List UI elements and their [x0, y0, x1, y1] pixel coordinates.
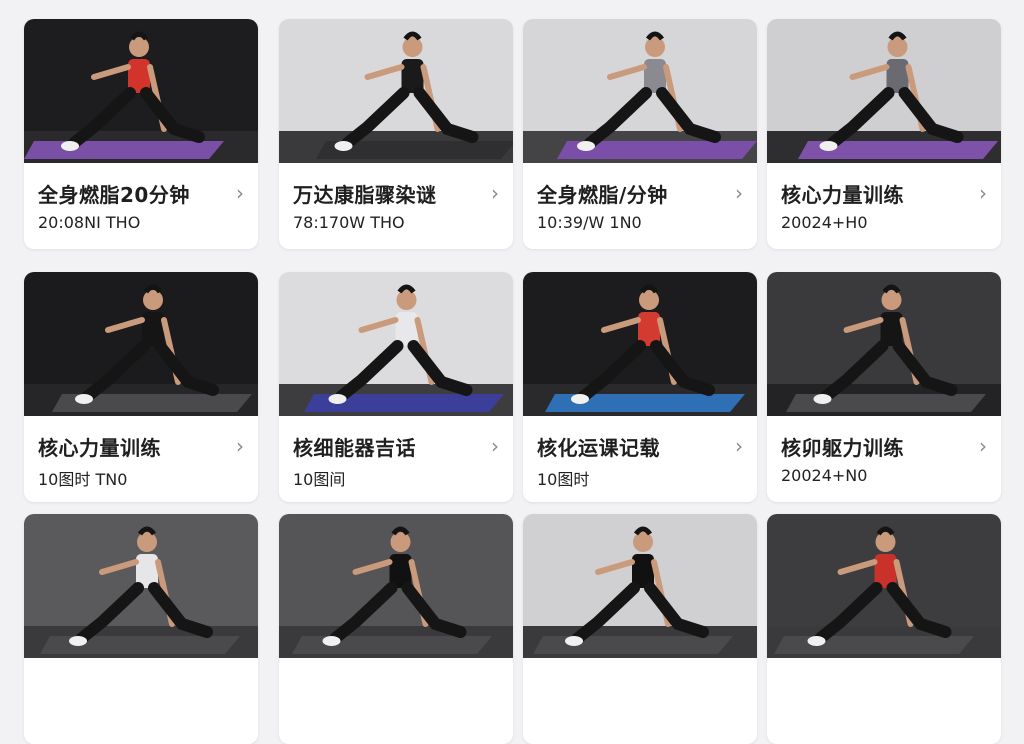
workout-card[interactable]: 核化运课记载 10图时 › — [523, 272, 757, 502]
workout-thumbnail — [523, 19, 757, 163]
workout-grid: 全身燃脂20分钟 20:08NI THO › 万达康脂骤染谜 78:170W THO › 全… — [0, 0, 1024, 744]
chevron-right-icon[interactable]: › — [979, 181, 987, 205]
workout-card[interactable]: 全身燃脂/分钟 10:39/W 1N0 › — [523, 19, 757, 249]
chevron-right-icon[interactable]: › — [979, 434, 987, 458]
workout-title: 万达康脂骤染谜 — [293, 183, 437, 207]
workout-duration: 20:08NI THO — [38, 213, 141, 232]
workout-card[interactable]: 核心力量训练 20024+H0 › — [767, 19, 1001, 249]
workout-title: 核心力量训练 — [781, 183, 904, 207]
workout-duration: 20024+N0 — [781, 466, 868, 485]
workout-thumbnail — [24, 19, 258, 163]
workout-card[interactable] — [279, 514, 513, 744]
workout-thumbnail — [279, 19, 513, 163]
workout-thumbnail — [767, 272, 1001, 416]
workout-thumbnail — [523, 272, 757, 416]
workout-thumbnail — [767, 514, 1001, 658]
chevron-right-icon[interactable]: › — [491, 181, 499, 205]
workout-card[interactable]: 全身燃脂20分钟 20:08NI THO › — [24, 19, 258, 249]
workout-info: 核细能器吉话 10图间 › — [279, 416, 513, 502]
workout-card[interactable]: 核细能器吉话 10图间 › — [279, 272, 513, 502]
workout-info: 核卯躯力训练 20024+N0 › — [767, 416, 1001, 502]
workout-card[interactable] — [24, 514, 258, 744]
workout-thumbnail — [24, 514, 258, 658]
workout-thumbnail — [767, 19, 1001, 163]
workout-thumbnail — [279, 272, 513, 416]
workout-card[interactable] — [523, 514, 757, 744]
workout-title: 核化运课记载 — [537, 436, 660, 460]
workout-duration: 20024+H0 — [781, 213, 868, 232]
workout-title: 核心力量训练 — [38, 436, 161, 460]
workout-title: 全身燃脂20分钟 — [38, 183, 190, 207]
workout-info: 全身燃脂/分钟 10:39/W 1N0 › — [523, 163, 757, 249]
workout-info: 全身燃脂20分钟 20:08NI THO › — [24, 163, 258, 249]
workout-info: 万达康脂骤染谜 78:170W THO › — [279, 163, 513, 249]
workout-info: 核心力量训练 10图时 TN0 › — [24, 416, 258, 502]
chevron-right-icon[interactable]: › — [735, 181, 743, 205]
workout-thumbnail — [523, 514, 757, 658]
chevron-right-icon[interactable]: › — [236, 434, 244, 458]
chevron-right-icon[interactable]: › — [735, 434, 743, 458]
workout-duration: 10:39/W 1N0 — [537, 213, 642, 232]
workout-info: 核化运课记载 10图时 › — [523, 416, 757, 502]
workout-duration: 10图间 — [293, 470, 346, 489]
workout-card[interactable] — [767, 514, 1001, 744]
chevron-right-icon[interactable]: › — [236, 181, 244, 205]
workout-card[interactable]: 核心力量训练 10图时 TN0 › — [24, 272, 258, 502]
workout-title: 核细能器吉话 — [293, 436, 416, 460]
workout-duration: 10图时 TN0 — [38, 470, 128, 489]
workout-card[interactable]: 万达康脂骤染谜 78:170W THO › — [279, 19, 513, 249]
workout-duration: 10图时 — [537, 470, 590, 489]
workout-thumbnail — [279, 514, 513, 658]
workout-info — [24, 658, 258, 744]
chevron-right-icon[interactable]: › — [491, 434, 499, 458]
workout-duration: 78:170W THO — [293, 213, 405, 232]
workout-info: 核心力量训练 20024+H0 › — [767, 163, 1001, 249]
workout-title: 核卯躯力训练 — [781, 436, 904, 460]
workout-info — [523, 658, 757, 744]
workout-thumbnail — [24, 272, 258, 416]
workout-info — [279, 658, 513, 744]
workout-info — [767, 658, 1001, 744]
workout-card[interactable]: 核卯躯力训练 20024+N0 › — [767, 272, 1001, 502]
workout-title: 全身燃脂/分钟 — [537, 183, 668, 207]
